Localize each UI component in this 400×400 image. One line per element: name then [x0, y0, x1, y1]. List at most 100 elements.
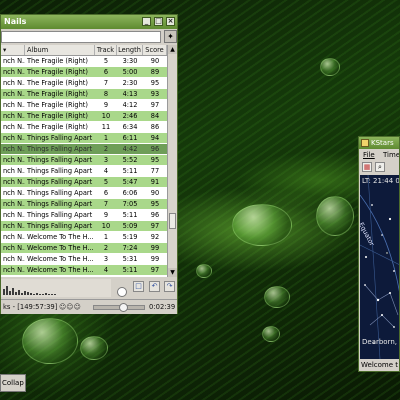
- cell-artist: nch N...: [3, 189, 25, 197]
- kstars-titlebar[interactable]: KStars: [359, 137, 399, 149]
- playlist-row[interactable]: nch N...Things Falling Apart 9 5:11 96: [1, 210, 167, 220]
- cell-album: The Fragile (Right): [27, 68, 88, 76]
- cell-track: 1: [103, 233, 109, 241]
- playlist-row[interactable]: nch N...The Fragile (Right) 8 4:13 93: [1, 89, 167, 99]
- cell-artist: nch N...: [3, 200, 25, 208]
- scrollbar-thumb[interactable]: [169, 213, 176, 229]
- water-drop-decoration: [320, 58, 340, 76]
- cell-length: 4:13: [122, 90, 138, 98]
- cell-score: 99: [150, 255, 160, 263]
- cell-track: 8: [103, 90, 109, 98]
- status-icons[interactable]: ☺☺☺: [59, 303, 81, 311]
- cell-length: 2:46: [122, 112, 138, 120]
- column-header-score[interactable]: Score: [143, 45, 167, 55]
- playlist-row[interactable]: nch N...Things Falling Apart 5 5:47 91: [1, 177, 167, 187]
- analyzer-bar: [39, 294, 41, 295]
- taskbar-item[interactable]: Collap: [0, 374, 26, 392]
- playlist-row-playing[interactable]: nch N...Things Falling Apart 2 4:42 96: [1, 144, 167, 154]
- cell-artist: nch N...: [3, 156, 25, 164]
- water-drop-decoration: [316, 196, 354, 236]
- playlist-row[interactable]: nch N...Welcome To The H... 3 5:31 99: [1, 254, 167, 264]
- redo-button[interactable]: ↷: [164, 281, 175, 292]
- cell-artist: nch N...: [3, 211, 25, 219]
- column-header-track[interactable]: Track: [95, 45, 117, 55]
- track-progress-knob[interactable]: [118, 303, 128, 312]
- cell-length: 6:06: [122, 189, 138, 197]
- cell-score: 91: [150, 178, 160, 186]
- kstars-window[interactable]: KStars File Time ▦ ⌕ LT: 21:44 0 Equator…: [358, 136, 400, 372]
- cell-score: 97: [150, 101, 160, 109]
- local-time-label: LT: 21:44 0: [362, 177, 400, 185]
- cell-length: 6:11: [122, 134, 138, 142]
- volume-slider-handle[interactable]: [117, 287, 127, 297]
- playlist-row[interactable]: nch N...Things Falling Apart 10 5:09 97: [1, 221, 167, 231]
- cell-score: 97: [150, 222, 160, 230]
- spectrum-analyzer: [1, 279, 111, 297]
- column-header[interactable]: ▾: [1, 45, 25, 55]
- playlist-total-length: ks - [149:57:39]: [3, 303, 58, 311]
- cell-track: 10: [101, 112, 111, 120]
- cell-length: 4:12: [122, 101, 138, 109]
- maximize-icon[interactable]: □: [154, 17, 163, 26]
- player-statusbar: ks - [149:57:39] ☺☺☺ 0:02:39: [1, 299, 177, 314]
- playlist-scrollbar[interactable]: ▲ ▼: [167, 45, 177, 277]
- minimize-icon[interactable]: _: [142, 17, 151, 26]
- cell-score: 90: [150, 57, 160, 65]
- column-header-length[interactable]: Length: [117, 45, 143, 55]
- playlist-row[interactable]: nch N...Welcome To The H... 4 5:11 97: [1, 265, 167, 275]
- close-icon[interactable]: ×: [166, 17, 175, 26]
- analyzer-bar: [33, 294, 35, 295]
- analyzer-bar: [51, 294, 53, 295]
- track-progress-bar[interactable]: [93, 303, 145, 312]
- menu-file[interactable]: File: [363, 151, 375, 159]
- playlist-row[interactable]: nch N...The Fragile (Right) 6 5:00 89: [1, 67, 167, 77]
- cell-track: 2: [103, 244, 109, 252]
- cell-length: 7:05: [122, 200, 138, 208]
- cell-artist: nch N...: [3, 68, 25, 76]
- location-label: Dearborn,: [362, 338, 398, 346]
- cell-album: Things Falling Apart: [27, 189, 93, 197]
- calendar-icon[interactable]: ▦: [362, 162, 372, 172]
- playlist-row[interactable]: nch N...Things Falling Apart 7 7:05 95: [1, 199, 167, 209]
- clear-search-icon[interactable]: ✦: [164, 30, 177, 43]
- cell-length: 5:09: [122, 222, 138, 230]
- sky-map[interactable]: LT: 21:44 0 Equator Dearborn,: [360, 175, 400, 359]
- analyzer-bar: [15, 292, 17, 295]
- scroll-down-icon[interactable]: ▼: [168, 268, 177, 277]
- water-drop-decoration: [262, 326, 280, 342]
- playlist-row[interactable]: nch N...Things Falling Apart 6 6:06 90: [1, 188, 167, 198]
- playlist-row[interactable]: nch N...The Fragile (Right) 7 2:30 95: [1, 78, 167, 88]
- music-player-window[interactable]: Nails _ □ × ✦ ▾ Album Track Length Score…: [0, 14, 178, 314]
- playlist-row[interactable]: nch N...The Fragile (Right) 9 4:12 97: [1, 100, 167, 110]
- playlist-table[interactable]: ▾ Album Track Length Score nch N...The F…: [1, 45, 167, 277]
- water-drop-decoration: [196, 264, 212, 278]
- playlist-row[interactable]: nch N...The Fragile (Right) 5 3:30 90: [1, 56, 167, 66]
- playlist-row[interactable]: nch N...Welcome To The H... 1 5:19 92: [1, 232, 167, 242]
- menu-time[interactable]: Time: [383, 151, 399, 159]
- player-titlebar[interactable]: Nails _ □ ×: [1, 15, 177, 29]
- undo-button[interactable]: ↶: [149, 281, 160, 292]
- column-header-album[interactable]: Album: [25, 45, 95, 55]
- cell-score: 89: [150, 68, 160, 76]
- cell-track: 7: [103, 79, 109, 87]
- playlist-row[interactable]: nch N...The Fragile (Right) 10 2:46 84: [1, 111, 167, 121]
- water-drop-decoration: [264, 286, 290, 308]
- cell-track: 6: [103, 189, 109, 197]
- playlist-row[interactable]: nch N...Things Falling Apart 1 6:11 94: [1, 133, 167, 143]
- playlist-row[interactable]: nch N...The Fragile (Right) 11 6:34 86: [1, 122, 167, 132]
- player-title: Nails: [4, 17, 27, 26]
- cell-artist: nch N...: [3, 90, 25, 98]
- kstars-app-icon: [361, 139, 369, 147]
- playlist-row[interactable]: nch N...Welcome To The H... 2 7:24 99: [1, 243, 167, 253]
- cell-album: Things Falling Apart: [27, 145, 93, 153]
- cell-score: 77: [150, 167, 160, 175]
- search-input[interactable]: [1, 31, 161, 43]
- cell-score: 86: [150, 123, 160, 131]
- analyzer-bar: [3, 289, 5, 295]
- search-icon[interactable]: ⌕: [375, 162, 385, 172]
- playlist-row[interactable]: nch N...Things Falling Apart 4 5:11 77: [1, 166, 167, 176]
- cell-artist: nch N...: [3, 233, 25, 241]
- playlist-row[interactable]: nch N...Things Falling Apart 3 5:52 95: [1, 155, 167, 165]
- playlist-button[interactable]: □: [133, 281, 144, 292]
- scroll-up-icon[interactable]: ▲: [168, 45, 177, 54]
